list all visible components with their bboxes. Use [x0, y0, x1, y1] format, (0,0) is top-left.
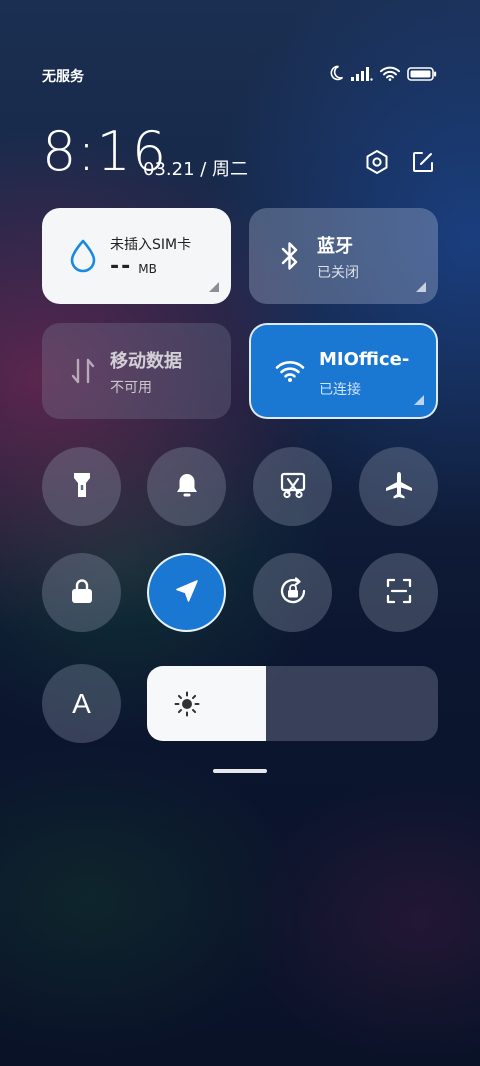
- wifi-icon: [275, 355, 305, 387]
- settings-hexagon-icon: [364, 149, 390, 179]
- scissors-icon: [279, 471, 307, 503]
- sun-icon: [173, 690, 201, 718]
- data-usage-value: --: [110, 254, 133, 279]
- mobile-data-status: 不可用: [110, 380, 152, 396]
- data-usage-card[interactable]: 未插入SIM卡 -- MB: [42, 208, 231, 304]
- airplane-mode-toggle[interactable]: [359, 447, 438, 526]
- water-drop-icon: [68, 239, 98, 273]
- expand-corner-icon: [416, 282, 426, 292]
- settings-button[interactable]: [362, 149, 392, 179]
- drag-handle[interactable]: [213, 769, 267, 773]
- battery-icon: [407, 66, 437, 85]
- expand-corner-icon: [209, 282, 219, 292]
- bluetooth-card[interactable]: 蓝牙 已关闭: [249, 208, 438, 304]
- scanner-toggle[interactable]: [359, 553, 438, 632]
- airplane-icon: [384, 470, 414, 504]
- brightness-slider[interactable]: [147, 666, 438, 741]
- lock-screen-toggle[interactable]: [42, 553, 121, 632]
- edit-button[interactable]: [408, 149, 438, 179]
- lock-icon: [70, 578, 94, 608]
- edit-icon: [411, 150, 435, 178]
- bell-icon: [174, 471, 200, 503]
- flashlight-icon: [70, 471, 94, 503]
- status-icons: [328, 65, 437, 85]
- date-label: 03.21 / 周二: [143, 159, 249, 180]
- expand-corner-icon: [414, 395, 424, 405]
- rotation-lock-icon: [278, 576, 308, 610]
- data-arrows-icon: [68, 355, 98, 387]
- brightness-slider-fill: [147, 666, 267, 741]
- data-usage-unit: MB: [138, 262, 157, 276]
- mobile-data-card[interactable]: 移动数据 不可用: [42, 323, 231, 419]
- signal-icon: [351, 66, 373, 85]
- moon-icon: [328, 65, 344, 85]
- location-arrow-icon: [174, 578, 200, 608]
- rotation-lock-toggle[interactable]: [253, 553, 332, 632]
- wifi-icon: [380, 66, 400, 85]
- wifi-network-name: MIOffice-: [319, 349, 410, 370]
- ringer-toggle[interactable]: [147, 447, 226, 526]
- data-usage-title: 未插入SIM卡: [110, 237, 192, 253]
- auto-brightness-toggle[interactable]: A: [42, 664, 121, 743]
- location-toggle[interactable]: [147, 553, 226, 632]
- wifi-card[interactable]: MIOffice- 已连接: [249, 323, 438, 419]
- bluetooth-title: 蓝牙: [317, 236, 353, 257]
- bluetooth-status: 已关闭: [317, 265, 359, 281]
- carrier-status: 无服务: [42, 69, 84, 85]
- scan-icon: [385, 577, 413, 609]
- wifi-status: 已连接: [319, 382, 361, 398]
- bluetooth-icon: [275, 240, 305, 272]
- mobile-data-title: 移动数据: [110, 351, 182, 372]
- flashlight-toggle[interactable]: [42, 447, 121, 526]
- auto-brightness-label: A: [72, 687, 91, 719]
- screenshot-toggle[interactable]: [253, 447, 332, 526]
